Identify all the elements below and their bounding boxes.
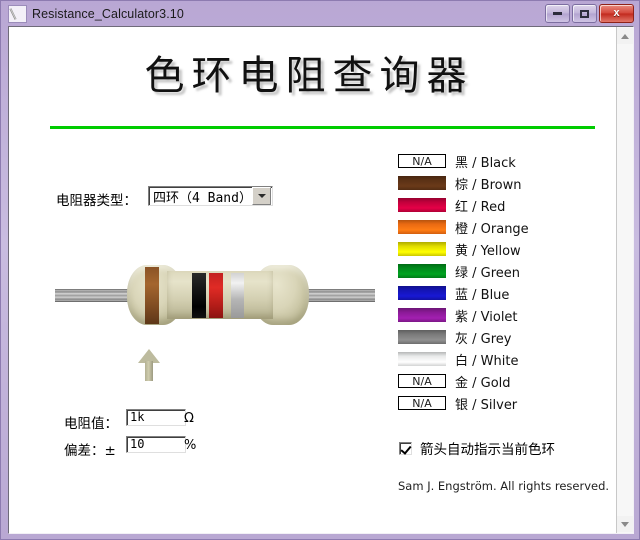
legend-label-grey: 灰 / Grey — [455, 331, 512, 347]
legend-swatch-violet[interactable] — [398, 308, 446, 322]
resistor-body — [127, 263, 309, 327]
legend-label-white: 白 / White — [455, 353, 519, 369]
resistor-type-label: 电阻器类型： — [56, 193, 137, 209]
auto-pointer-checkbox[interactable] — [399, 441, 412, 455]
legend-row-silver[interactable]: N/A 银 / Silver — [398, 392, 608, 414]
title-divider — [50, 126, 595, 129]
minimize-button[interactable] — [545, 4, 570, 23]
resistor-type-value: 四环（4 Band） — [153, 190, 252, 206]
legend-swatch-silver[interactable]: N/A — [398, 396, 446, 410]
auto-pointer-checkbox-row[interactable]: 箭头自动指示当前色环 — [399, 438, 555, 458]
scroll-down-icon[interactable] — [617, 516, 633, 532]
resistor-band-1[interactable] — [145, 267, 159, 324]
legend-row-red[interactable]: 红 / Red — [398, 194, 608, 216]
legend-row-orange[interactable]: 橙 / Orange — [398, 216, 608, 238]
maximize-button[interactable] — [572, 4, 597, 23]
legend-swatch-red[interactable] — [398, 198, 446, 212]
legend-swatch-blue[interactable] — [398, 286, 446, 300]
legend-swatch-gold[interactable]: N/A — [398, 374, 446, 388]
window-controls: x — [545, 4, 634, 23]
legend-row-brown[interactable]: 棕 / Brown — [398, 172, 608, 194]
title-bar[interactable]: Resistance_Calculator3.10 x — [4, 3, 636, 25]
legend-label-green: 绿 / Green — [455, 265, 521, 281]
resistor-type-select[interactable]: 四环（4 Band） — [148, 186, 273, 206]
client-area: 色环电阻查询器 电阻器类型： 四环（4 Band） 电阻值： 1k Ω 偏差：±… — [8, 26, 634, 534]
legend-label-silver: 银 / Silver — [455, 397, 518, 413]
legend-swatch-black[interactable]: N/A — [398, 154, 446, 168]
resistor-lead-right — [301, 289, 375, 302]
legend-label-black: 黑 / Black — [455, 155, 516, 171]
resistance-label: 电阻值： — [64, 416, 118, 432]
window-title: Resistance_Calculator3.10 — [32, 7, 184, 21]
resistor-graphic[interactable] — [55, 263, 375, 327]
legend-row-yellow[interactable]: 黄 / Yellow — [398, 238, 608, 260]
resistor-band-4[interactable] — [231, 273, 244, 318]
chevron-down-icon[interactable] — [252, 187, 271, 205]
legend-swatch-na-text: N/A — [412, 154, 432, 168]
legend-label-yellow: 黄 / Yellow — [455, 243, 521, 259]
vertical-scrollbar[interactable] — [616, 27, 633, 533]
resistor-band-3[interactable] — [209, 273, 223, 318]
legend-swatch-na-text: N/A — [412, 396, 432, 410]
arrow-shaft — [145, 361, 153, 381]
tolerance-unit: % — [184, 438, 197, 453]
close-button[interactable]: x — [599, 4, 634, 23]
legend-label-orange: 橙 / Orange — [455, 221, 529, 237]
legend-row-green[interactable]: 绿 / Green — [398, 260, 608, 282]
app-window: Resistance_Calculator3.10 x 色环电阻查询器 电阻器类… — [0, 0, 640, 540]
legend-label-gold: 金 / Gold — [455, 375, 511, 391]
resistor-band-2[interactable] — [192, 273, 206, 318]
legend-label-red: 红 / Red — [455, 199, 506, 215]
minimize-icon — [553, 12, 562, 15]
legend-swatch-na-text: N/A — [412, 374, 432, 388]
legend-swatch-white[interactable] — [398, 352, 446, 366]
legend-row-violet[interactable]: 紫 / Violet — [398, 304, 608, 326]
legend-swatch-grey[interactable] — [398, 330, 446, 344]
copyright-text: Sam J. Engström. All rights reserved. — [398, 479, 610, 493]
resistance-unit: Ω — [184, 411, 194, 426]
legend-label-brown: 棕 / Brown — [455, 177, 522, 193]
tolerance-input[interactable]: 10 — [126, 436, 186, 453]
legend-row-gold[interactable]: N/A 金 / Gold — [398, 370, 608, 392]
legend-swatch-green[interactable] — [398, 264, 446, 278]
page-title: 色环电阻查询器 — [144, 53, 474, 99]
legend-label-blue: 蓝 / Blue — [455, 287, 510, 303]
resistance-input[interactable]: 1k — [126, 409, 186, 426]
color-legend: N/A 黑 / Black 棕 / Brown 红 / Red 橙 / Orange 黄 … — [398, 150, 608, 414]
legend-row-grey[interactable]: 灰 / Grey — [398, 326, 608, 348]
legend-row-black[interactable]: N/A 黑 / Black — [398, 150, 608, 172]
pencil-icon — [8, 5, 27, 23]
legend-swatch-brown[interactable] — [398, 176, 446, 190]
auto-pointer-label: 箭头自动指示当前色环 — [420, 442, 555, 458]
resistor-lead-left — [55, 289, 133, 302]
legend-swatch-yellow[interactable] — [398, 242, 446, 256]
band-pointer-arrow-icon — [138, 349, 160, 381]
scroll-up-icon[interactable] — [617, 28, 633, 44]
legend-row-blue[interactable]: 蓝 / Blue — [398, 282, 608, 304]
maximize-icon — [580, 9, 589, 18]
legend-label-violet: 紫 / Violet — [455, 309, 518, 325]
legend-row-white[interactable]: 白 / White — [398, 348, 608, 370]
tolerance-label: 偏差：± — [64, 443, 116, 459]
close-icon: x — [613, 7, 620, 19]
legend-swatch-orange[interactable] — [398, 220, 446, 234]
app-canvas: 色环电阻查询器 电阻器类型： 四环（4 Band） 电阻值： 1k Ω 偏差：±… — [9, 27, 617, 533]
